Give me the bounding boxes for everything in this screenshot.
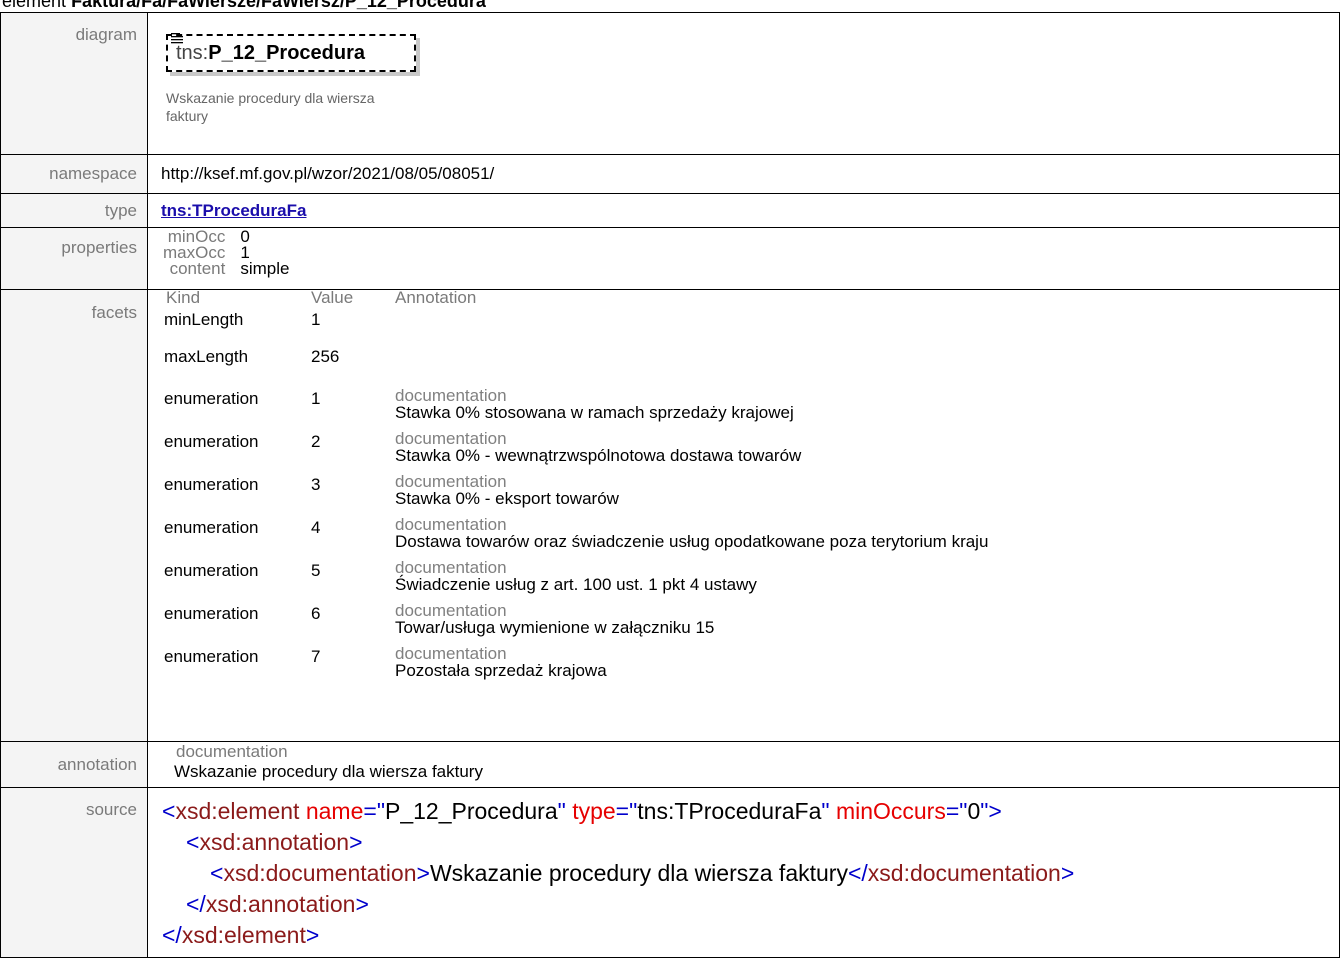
property-row: content simple (163, 259, 290, 278)
facet-value: 5 (311, 561, 321, 580)
facet-doc-label: documentation (395, 558, 507, 577)
facet-value: 1 (311, 310, 321, 329)
facets-cell: Kind Value Annotation minLength 1 maxLength 25… (147, 288, 1340, 742)
facet-kind: enumeration (164, 561, 259, 580)
diagram-cell: tns: P_12_Procedura Wskazanie procedury d… (147, 12, 1340, 155)
facet-value: 2 (311, 432, 321, 451)
facet-doc-text: Towar/usługa wymienione w załączniku 15 (395, 618, 715, 637)
source-line-4: </xsd:annotation> (186, 891, 369, 917)
property-key: content (169, 259, 226, 278)
facet-value: 4 (311, 518, 321, 537)
source-cell: <xsd:element name="P_12_Procedura" type=… (147, 787, 1340, 958)
facet-annotation: documentation Pozostała sprzedaż krajowa (395, 638, 988, 681)
facet-value: 3 (311, 475, 321, 494)
annotation-cell: documentation Wskazanie procedury dla wi… (147, 741, 1340, 788)
facet-doc-label: documentation (395, 515, 507, 534)
facets-label: facets (0, 289, 148, 742)
type-row: type tns:TProceduraFa (0, 193, 1340, 228)
facet-annotation (395, 343, 988, 380)
diagram-row: diagram tns: P_12_Procedura Wskazanie pro… (0, 12, 1340, 155)
source-line-3: <xsd:documentation>Wskazanie procedury d… (210, 860, 1075, 886)
properties-table: minOcc 0 maxOcc 1 content simple (163, 228, 290, 278)
property-value: simple (240, 259, 290, 278)
header-lead: element (2, 0, 67, 11)
facet-value: 7 (311, 647, 321, 666)
facet-annotation: documentation Stawka 0% stosowana w ramac… (395, 380, 988, 423)
annotation-doc-label: documentation (176, 742, 288, 761)
facet-value: 1 (311, 389, 321, 408)
namespace-row: namespace http://ksef.mf.gov.pl/wzor/202… (0, 154, 1340, 194)
facet-row: enumeration 6 documentation Towar/usługa wy… (164, 595, 988, 638)
type-link[interactable]: tns:TProceduraFa (161, 201, 306, 220)
facet-value: 6 (311, 604, 321, 623)
facet-kind: maxLength (164, 347, 249, 366)
facet-kind: enumeration (164, 647, 259, 666)
type-label: type (0, 193, 148, 228)
facet-value: 256 (311, 347, 340, 366)
facet-row: minLength 1 (164, 306, 988, 343)
diagram-label: diagram (0, 12, 148, 155)
facet-row: enumeration 2 documentation Stawka 0% - wew… (164, 423, 988, 466)
facet-row: enumeration 1 documentation Stawka 0% stoso… (164, 380, 988, 423)
facet-kind: minLength (164, 310, 244, 329)
facet-row: maxLength 256 (164, 343, 988, 380)
facet-kind: enumeration (164, 518, 259, 537)
source-line-2: <xsd:annotation> (186, 829, 363, 855)
namespace-label: namespace (0, 154, 148, 194)
source-row: source <xsd:element name="P_12_Procedura… (0, 787, 1340, 958)
annotation-doc-text: Wskazanie procedury dla wiersza faktury (174, 762, 483, 781)
facets-header-value: Value (311, 288, 354, 307)
properties-label: properties (0, 227, 148, 290)
facet-doc-text: Dostawa towarów oraz świadczenie usług o… (395, 532, 989, 551)
facet-annotation (395, 306, 988, 343)
facet-doc-label: documentation (395, 429, 507, 448)
facet-row: enumeration 3 documentation Stawka 0% - eks… (164, 466, 988, 509)
facets-table: Kind Value Annotation minLength 1 maxLength 25… (164, 288, 988, 681)
diagram-name: P_12_Procedura (208, 41, 366, 64)
facets-header-row: Kind Value Annotation (164, 288, 988, 307)
source-code: <xsd:element name="P_12_Procedura" type=… (162, 789, 1338, 953)
namespace-value: http://ksef.mf.gov.pl/wzor/2021/08/05/08… (147, 154, 1340, 194)
facet-annotation: documentation Świadczenie usług z art. 10… (395, 552, 988, 595)
element-doc-table: diagram tns: P_12_Procedura Wskazanie pro… (0, 12, 1340, 958)
source-line-1: <xsd:element name="P_12_Procedura" type=… (162, 798, 1002, 824)
facet-doc-label: documentation (395, 472, 507, 491)
facet-row: enumeration 5 documentation Świadczenie usł… (164, 552, 988, 595)
header-path: Faktura/Fa/FaWiersze/FaWiersz/P_12_Proce… (71, 0, 486, 11)
facet-kind: enumeration (164, 389, 259, 408)
facets-header-annotation: Annotation (395, 288, 477, 307)
facet-row: enumeration 4 documentation Dostawa towarów… (164, 509, 988, 552)
facet-doc-text: Pozostała sprzedaż krajowa (395, 661, 607, 680)
properties-cell: minOcc 0 maxOcc 1 content simple (147, 227, 1340, 290)
facet-doc-text: Stawka 0% - wewnątrzwspólnotowa dostawa … (395, 446, 802, 465)
facets-header-kind: Kind (166, 288, 201, 307)
properties-row: properties minOcc 0 maxOcc 1 content simple (0, 227, 1340, 290)
facet-annotation: documentation Towar/usługa wymienione w z… (395, 595, 988, 638)
source-label: source (0, 787, 148, 958)
annotation-label: annotation (0, 741, 148, 788)
facet-doc-label: documentation (395, 601, 507, 620)
facet-doc-text: Stawka 0% stosowana w ramach sprzedaży k… (395, 403, 794, 422)
diagram-element: tns: P_12_Procedura (166, 33, 416, 72)
annotation-row: annotation documentation Wskazanie proce… (0, 741, 1340, 788)
type-cell: tns:TProceduraFa (147, 193, 1340, 228)
documentation-lines-icon (171, 33, 183, 44)
facet-kind: enumeration (164, 604, 259, 623)
facet-kind: enumeration (164, 475, 259, 494)
facet-doc-label: documentation (395, 644, 507, 663)
facets-row: facets Kind Value Annotation minLength 1 maxL… (0, 288, 1340, 742)
facet-annotation: documentation Stawka 0% - wewnątrzwspólno… (395, 423, 988, 466)
source-line-5: </xsd:element> (162, 922, 320, 948)
facet-annotation: documentation Dostawa towarów oraz świadc… (395, 509, 988, 552)
page-header: element Faktura/Fa/FaWiersze/FaWiersz/P_… (0, 0, 486, 11)
facet-doc-label: documentation (395, 386, 507, 405)
diagram-note: Wskazanie procedury dla wiersza faktury (166, 90, 375, 124)
diagram-prefix: tns: (176, 41, 209, 64)
facet-doc-text: Świadczenie usług z art. 100 ust. 1 pkt … (395, 575, 757, 594)
facet-row: enumeration 7 documentation Pozostała sprze… (164, 638, 988, 681)
facet-annotation: documentation Stawka 0% - eksport towarów (395, 466, 988, 509)
diagram-element-box[interactable]: tns: P_12_Procedura (166, 33, 422, 78)
facet-kind: enumeration (164, 432, 259, 451)
facet-doc-text: Stawka 0% - eksport towarów (395, 489, 619, 508)
